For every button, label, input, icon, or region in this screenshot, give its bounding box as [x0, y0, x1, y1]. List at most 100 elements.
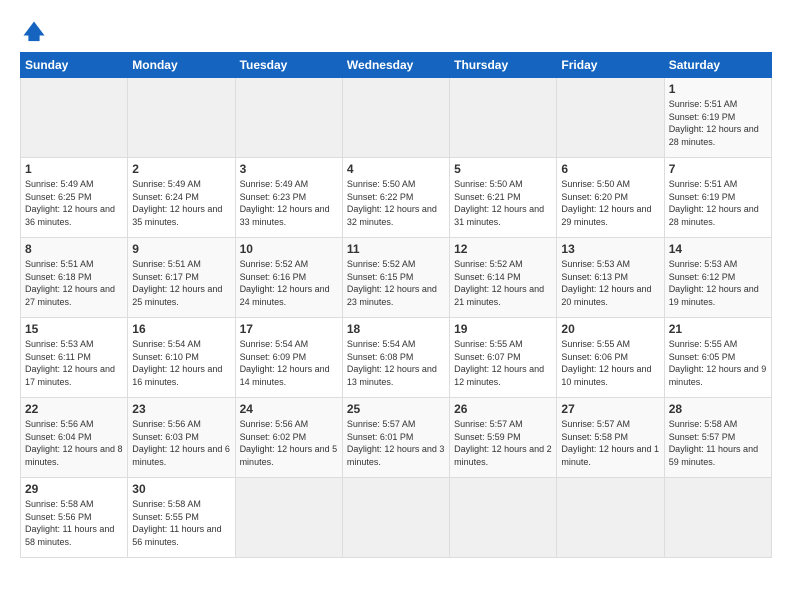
calendar-cell: 5 Sunrise: 5:50 AMSunset: 6:21 PMDaylight…: [450, 158, 557, 238]
day-number: 7: [669, 162, 767, 176]
calendar-cell: 23 Sunrise: 5:56 AMSunset: 6:03 PMDayligh…: [128, 398, 235, 478]
day-info: Sunrise: 5:51 AMSunset: 6:17 PMDaylight:…: [132, 258, 230, 308]
calendar-week-2: 8 Sunrise: 5:51 AMSunset: 6:18 PMDaylight…: [21, 238, 772, 318]
day-info: Sunrise: 5:54 AMSunset: 6:10 PMDaylight:…: [132, 338, 230, 388]
day-info: Sunrise: 5:53 AMSunset: 6:13 PMDaylight:…: [561, 258, 659, 308]
calendar-cell: 24Sunrise: 5:56 AMSunset: 6:02 PMDayligh…: [235, 398, 342, 478]
day-number: 2: [132, 162, 230, 176]
page-container: SundayMondayTuesdayWednesdayThursdayFrid…: [0, 0, 792, 568]
calendar-cell: 3 Sunrise: 5:49 AMSunset: 6:23 PMDaylight…: [235, 158, 342, 238]
day-info: Sunrise: 5:51 AMSunset: 6:19 PMDaylight:…: [669, 178, 767, 228]
day-number: 15: [25, 322, 123, 336]
day-info: Sunrise: 5:52 AMSunset: 6:15 PMDaylight:…: [347, 258, 445, 308]
day-number: 27: [561, 402, 659, 416]
calendar-week-1: 1 Sunrise: 5:49 AMSunset: 6:25 PMDaylight…: [21, 158, 772, 238]
header-day-friday: Friday: [557, 53, 664, 78]
calendar-body: 1 Sunrise: 5:51 AMSunset: 6:19 PMDaylight…: [21, 78, 772, 558]
day-info: Sunrise: 5:56 AMSunset: 6:02 PMDaylight:…: [240, 418, 338, 468]
day-number: 9: [132, 242, 230, 256]
day-info: Sunrise: 5:57 AMSunset: 5:58 PMDaylight:…: [561, 418, 659, 468]
day-number: 25: [347, 402, 445, 416]
calendar-cell: 1 Sunrise: 5:51 AMSunset: 6:19 PMDaylight…: [664, 78, 771, 158]
calendar-cell: 8 Sunrise: 5:51 AMSunset: 6:18 PMDaylight…: [21, 238, 128, 318]
day-info: Sunrise: 5:56 AMSunset: 6:04 PMDaylight:…: [25, 418, 123, 468]
day-info: Sunrise: 5:54 AMSunset: 6:09 PMDaylight:…: [240, 338, 338, 388]
day-info: Sunrise: 5:51 AMSunset: 6:18 PMDaylight:…: [25, 258, 123, 308]
day-info: Sunrise: 5:53 AMSunset: 6:11 PMDaylight:…: [25, 338, 123, 388]
logo: [20, 18, 52, 46]
calendar-cell: 6 Sunrise: 5:50 AMSunset: 6:20 PMDaylight…: [557, 158, 664, 238]
day-number: 14: [669, 242, 767, 256]
day-info: Sunrise: 5:50 AMSunset: 6:21 PMDaylight:…: [454, 178, 552, 228]
calendar-cell: 13 Sunrise: 5:53 AMSunset: 6:13 PMDayligh…: [557, 238, 664, 318]
day-number: 30: [132, 482, 230, 496]
day-number: 13: [561, 242, 659, 256]
day-number: 8: [25, 242, 123, 256]
header-day-saturday: Saturday: [664, 53, 771, 78]
day-number: 20: [561, 322, 659, 336]
day-info: Sunrise: 5:53 AMSunset: 6:12 PMDaylight:…: [669, 258, 767, 308]
day-info: Sunrise: 5:58 AMSunset: 5:57 PMDaylight:…: [669, 418, 767, 468]
header-day-sunday: Sunday: [21, 53, 128, 78]
day-info: Sunrise: 5:49 AMSunset: 6:25 PMDaylight:…: [25, 178, 123, 228]
calendar-cell: 12 Sunrise: 5:52 AMSunset: 6:14 PMDayligh…: [450, 238, 557, 318]
calendar-cell: 2Sunrise: 5:49 AMSunset: 6:24 PMDaylight…: [128, 158, 235, 238]
day-number: 12: [454, 242, 552, 256]
day-info: Sunrise: 5:56 AMSunset: 6:03 PMDaylight:…: [132, 418, 230, 468]
day-number: 4: [347, 162, 445, 176]
day-number: 17: [240, 322, 338, 336]
day-info: Sunrise: 5:57 AMSunset: 6:01 PMDaylight:…: [347, 418, 445, 468]
day-number: 1: [25, 162, 123, 176]
day-number: 29: [25, 482, 123, 496]
calendar-cell: 29 Sunrise: 5:58 AMSunset: 5:56 PMDayligh…: [21, 478, 128, 558]
day-number: 28: [669, 402, 767, 416]
calendar-week-4: 22Sunrise: 5:56 AMSunset: 6:04 PMDayligh…: [21, 398, 772, 478]
calendar-week-3: 15 Sunrise: 5:53 AMSunset: 6:11 PMDayligh…: [21, 318, 772, 398]
day-number: 1: [669, 82, 767, 96]
day-number: 16: [132, 322, 230, 336]
calendar-cell: 30Sunrise: 5:58 AMSunset: 5:55 PMDayligh…: [128, 478, 235, 558]
day-info: Sunrise: 5:51 AMSunset: 6:19 PMDaylight:…: [669, 98, 767, 148]
day-info: Sunrise: 5:50 AMSunset: 6:20 PMDaylight:…: [561, 178, 659, 228]
day-number: 5: [454, 162, 552, 176]
day-number: 26: [454, 402, 552, 416]
day-info: Sunrise: 5:55 AMSunset: 6:07 PMDaylight:…: [454, 338, 552, 388]
calendar-week-0: 1 Sunrise: 5:51 AMSunset: 6:19 PMDaylight…: [21, 78, 772, 158]
calendar-cell: 16 Sunrise: 5:54 AMSunset: 6:10 PMDayligh…: [128, 318, 235, 398]
calendar-cell: 18Sunrise: 5:54 AMSunset: 6:08 PMDayligh…: [342, 318, 449, 398]
calendar-cell: 10Sunrise: 5:52 AMSunset: 6:16 PMDayligh…: [235, 238, 342, 318]
day-info: Sunrise: 5:52 AMSunset: 6:16 PMDaylight:…: [240, 258, 338, 308]
day-info: Sunrise: 5:52 AMSunset: 6:14 PMDaylight:…: [454, 258, 552, 308]
calendar-cell: [235, 78, 342, 158]
day-number: 23: [132, 402, 230, 416]
day-number: 3: [240, 162, 338, 176]
calendar-cell: [21, 78, 128, 158]
calendar-cell: [557, 478, 664, 558]
calendar-cell: [450, 78, 557, 158]
calendar-cell: [235, 478, 342, 558]
calendar-cell: 9 Sunrise: 5:51 AMSunset: 6:17 PMDaylight…: [128, 238, 235, 318]
calendar-cell: 7 Sunrise: 5:51 AMSunset: 6:19 PMDaylight…: [664, 158, 771, 238]
day-number: 19: [454, 322, 552, 336]
header-day-monday: Monday: [128, 53, 235, 78]
header-row-days: SundayMondayTuesdayWednesdayThursdayFrid…: [21, 53, 772, 78]
day-number: 6: [561, 162, 659, 176]
calendar-cell: 22Sunrise: 5:56 AMSunset: 6:04 PMDayligh…: [21, 398, 128, 478]
calendar-cell: 27 Sunrise: 5:57 AMSunset: 5:58 PMDayligh…: [557, 398, 664, 478]
day-number: 21: [669, 322, 767, 336]
calendar-cell: 19 Sunrise: 5:55 AMSunset: 6:07 PMDayligh…: [450, 318, 557, 398]
day-info: Sunrise: 5:49 AMSunset: 6:23 PMDaylight:…: [240, 178, 338, 228]
calendar-cell: [128, 78, 235, 158]
calendar-cell: 14 Sunrise: 5:53 AMSunset: 6:12 PMDayligh…: [664, 238, 771, 318]
header-day-wednesday: Wednesday: [342, 53, 449, 78]
calendar-cell: [342, 78, 449, 158]
calendar-cell: 20Sunrise: 5:55 AMSunset: 6:06 PMDayligh…: [557, 318, 664, 398]
calendar-cell: 1 Sunrise: 5:49 AMSunset: 6:25 PMDaylight…: [21, 158, 128, 238]
day-info: Sunrise: 5:54 AMSunset: 6:08 PMDaylight:…: [347, 338, 445, 388]
header-day-thursday: Thursday: [450, 53, 557, 78]
day-info: Sunrise: 5:50 AMSunset: 6:22 PMDaylight:…: [347, 178, 445, 228]
day-info: Sunrise: 5:58 AMSunset: 5:56 PMDaylight:…: [25, 498, 123, 548]
calendar-cell: [664, 478, 771, 558]
header-row: [20, 18, 772, 46]
calendar-cell: 15 Sunrise: 5:53 AMSunset: 6:11 PMDayligh…: [21, 318, 128, 398]
